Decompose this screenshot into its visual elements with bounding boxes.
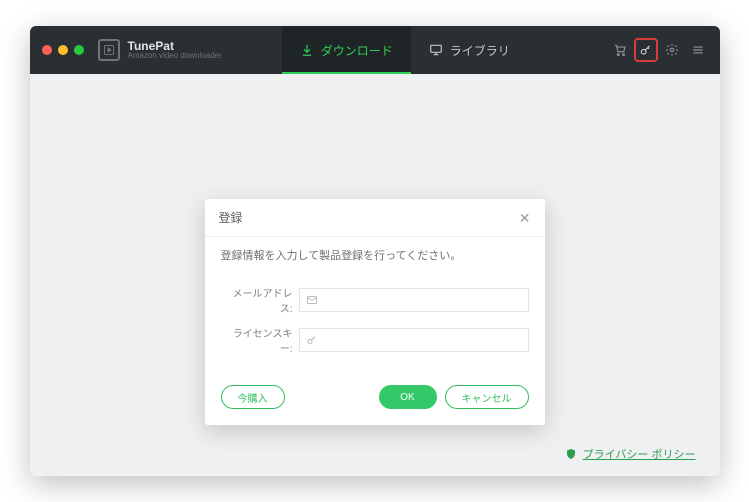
app-subtitle: Amazon video downloader [128, 52, 222, 60]
app-window: TunePat Amazon video downloader ダウンロード ラ… [30, 26, 720, 476]
email-input-wrap[interactable] [299, 288, 529, 312]
key-icon [639, 43, 653, 57]
ok-button[interactable]: OK [379, 385, 437, 409]
dialog-close-button[interactable]: ✕ [519, 211, 531, 225]
buy-now-button[interactable]: 今購入 [221, 385, 285, 409]
cart-icon [613, 43, 627, 57]
register-form: メールアドレス: ライセンスキー: [205, 267, 545, 377]
register-dialog: 登録 ✕ 登録情報を入力して製品登録を行ってください。 メールアドレス: ライセ… [205, 199, 545, 425]
tab-download-label: ダウンロード [321, 42, 393, 59]
dialog-header: 登録 ✕ [205, 199, 545, 237]
email-row: メールアドレス: [221, 285, 529, 315]
email-field[interactable] [318, 295, 522, 306]
privacy-link[interactable]: プライバシー ポリシー [583, 446, 696, 462]
key-small-icon [306, 334, 318, 346]
tab-library-label: ライブラリ [450, 42, 510, 59]
register-button[interactable] [636, 40, 656, 60]
menu-button[interactable] [688, 40, 708, 60]
dialog-title: 登録 [219, 209, 243, 226]
footer: プライバシー ポリシー [565, 446, 696, 462]
license-field[interactable] [318, 335, 522, 346]
content-area: 登録 ✕ 登録情報を入力して製品登録を行ってください。 メールアドレス: ライセ… [30, 74, 720, 476]
titlebar: TunePat Amazon video downloader ダウンロード ラ… [30, 26, 720, 74]
settings-button[interactable] [662, 40, 682, 60]
download-icon [300, 43, 314, 57]
license-input-wrap[interactable] [299, 328, 529, 352]
mail-icon [306, 294, 318, 306]
monitor-icon [429, 43, 443, 57]
tab-library[interactable]: ライブラリ [411, 26, 528, 74]
license-row: ライセンスキー: [221, 325, 529, 355]
menu-icon [691, 43, 705, 57]
app-logo-icon [98, 39, 120, 61]
brand: TunePat Amazon video downloader [98, 39, 222, 61]
titlebar-actions [610, 40, 708, 60]
license-label: ライセンスキー: [221, 325, 299, 355]
cancel-button[interactable]: キャンセル [445, 385, 529, 409]
cart-button[interactable] [610, 40, 630, 60]
email-label: メールアドレス: [221, 285, 299, 315]
dialog-footer: 今購入 OK キャンセル [205, 377, 545, 425]
maximize-window-button[interactable] [74, 45, 84, 55]
dialog-subtitle: 登録情報を入力して製品登録を行ってください。 [205, 237, 545, 267]
close-window-button[interactable] [42, 45, 52, 55]
window-controls [42, 45, 84, 55]
tab-download[interactable]: ダウンロード [282, 26, 411, 74]
close-icon: ✕ [519, 210, 531, 226]
shield-icon [565, 448, 577, 460]
gear-icon [665, 43, 679, 57]
minimize-window-button[interactable] [58, 45, 68, 55]
main-tabs: ダウンロード ライブラリ [282, 26, 528, 74]
